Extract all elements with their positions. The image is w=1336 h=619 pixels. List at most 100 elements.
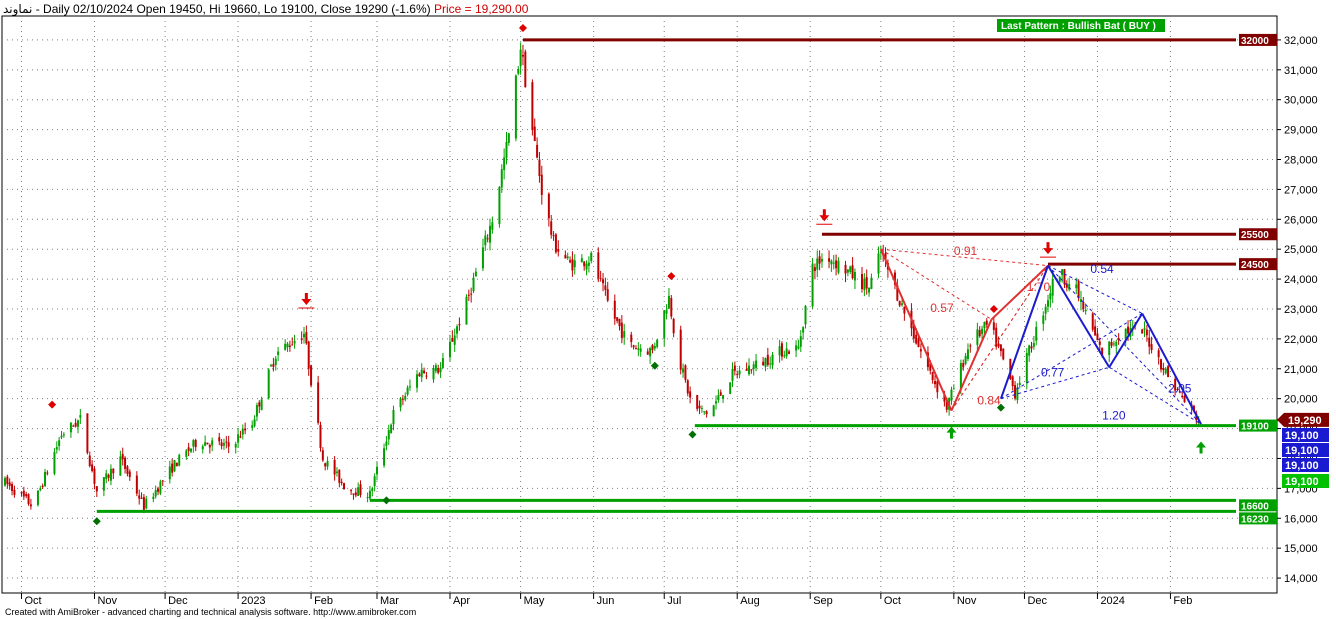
candle-body (418, 373, 421, 376)
price-chart[interactable]: 14,00015,00016,00017,00018,00019,00020,0… (0, 0, 1336, 619)
candle-body (524, 51, 527, 88)
x-tick-label: Nov (957, 595, 977, 607)
candle-body (258, 402, 261, 407)
candle-body (404, 395, 407, 400)
candle-body (437, 368, 440, 373)
candle-body (1032, 343, 1035, 347)
candle-body (126, 466, 129, 474)
candle-body (453, 335, 456, 345)
candle-body (933, 381, 936, 385)
candle-body (936, 381, 939, 393)
candle-body (1110, 342, 1113, 346)
candle-body (783, 355, 786, 357)
marker-diamond (989, 304, 998, 313)
candle-body (521, 55, 524, 57)
candle-body (140, 497, 143, 499)
candle-body (375, 466, 378, 475)
candle-body (917, 339, 920, 347)
candle-body (416, 374, 419, 388)
candle-body (670, 298, 673, 317)
y-tick-label: 23,000 (1284, 304, 1318, 316)
candle-body (1028, 345, 1031, 356)
y-tick-label: 31,000 (1284, 65, 1318, 77)
y-tick-label: 25,000 (1284, 244, 1318, 256)
candle-body (533, 126, 536, 142)
candle-body (1018, 382, 1021, 386)
candle-body (585, 263, 588, 270)
candle-body (656, 339, 659, 347)
candle-body (571, 259, 574, 271)
candle-body (764, 358, 767, 367)
candle-body (870, 277, 873, 290)
level-label: 16230 (1241, 514, 1269, 525)
pattern-blue-ratio-line (1000, 313, 1143, 400)
candle-body (682, 368, 685, 373)
candle-body (729, 382, 732, 394)
candle-body (1030, 346, 1033, 349)
candle-body (74, 422, 77, 427)
candle-body (25, 493, 28, 497)
candle-body (91, 464, 94, 471)
candle-body (124, 457, 127, 469)
candle-body (853, 272, 856, 281)
candle-body (828, 258, 831, 262)
candle-body (632, 345, 635, 348)
price-tag-label: 19,100 (1285, 430, 1319, 442)
candle-body (1167, 366, 1170, 378)
candle-body (272, 364, 275, 367)
y-tick-label: 14,000 (1284, 573, 1318, 585)
level-label: 24500 (1241, 260, 1269, 271)
candle-body (835, 260, 838, 269)
candle-body (733, 365, 736, 371)
pattern-blue-leg (1108, 312, 1144, 368)
candle-body (234, 444, 237, 448)
candle-body (307, 341, 310, 369)
y-tick-label: 27,000 (1284, 184, 1318, 196)
candle-body (390, 424, 393, 434)
candle-body (392, 409, 395, 425)
candle-body (338, 469, 341, 483)
candle-body (293, 341, 296, 344)
candle-body (602, 279, 605, 284)
candle-body (1091, 313, 1094, 330)
candle-body (877, 253, 880, 274)
y-tick-label: 24,000 (1284, 274, 1318, 286)
candle-body (653, 345, 656, 349)
candle-body (639, 348, 642, 352)
candle-body (590, 252, 593, 261)
candle-body (1051, 278, 1054, 296)
candle-body (260, 399, 263, 411)
candle-body (587, 262, 590, 266)
candle-body (371, 488, 374, 491)
candle-body (1035, 326, 1038, 341)
candle-body (538, 159, 541, 177)
y-tick-label: 20,000 (1284, 394, 1318, 406)
y-tick-label: 16,000 (1284, 513, 1318, 525)
candle-body (8, 482, 11, 486)
level-label: 19100 (1241, 422, 1269, 433)
candle-body (1162, 368, 1165, 371)
candle-body (755, 360, 758, 368)
candle-body (1002, 348, 1005, 360)
candle-body (387, 430, 390, 440)
candle-body (343, 483, 346, 490)
candle-body (11, 484, 14, 491)
candle-body (270, 365, 273, 367)
candle-body (983, 322, 986, 329)
candle-body (564, 254, 567, 259)
candle-body (239, 436, 242, 438)
candle-body (649, 348, 652, 357)
candle-body (439, 367, 442, 373)
candle-body (173, 460, 176, 472)
x-tick-label: Jul (667, 595, 681, 607)
pattern-red-leg (879, 248, 953, 412)
candle-body (220, 442, 223, 447)
candle-body (46, 472, 49, 474)
candle-body (618, 318, 621, 327)
candle-body (797, 346, 800, 349)
candle-body (1127, 326, 1130, 334)
candle-body (107, 474, 110, 478)
candle-body (1014, 385, 1017, 399)
candle-body (383, 448, 386, 466)
x-tick-label: Nov (97, 595, 117, 607)
